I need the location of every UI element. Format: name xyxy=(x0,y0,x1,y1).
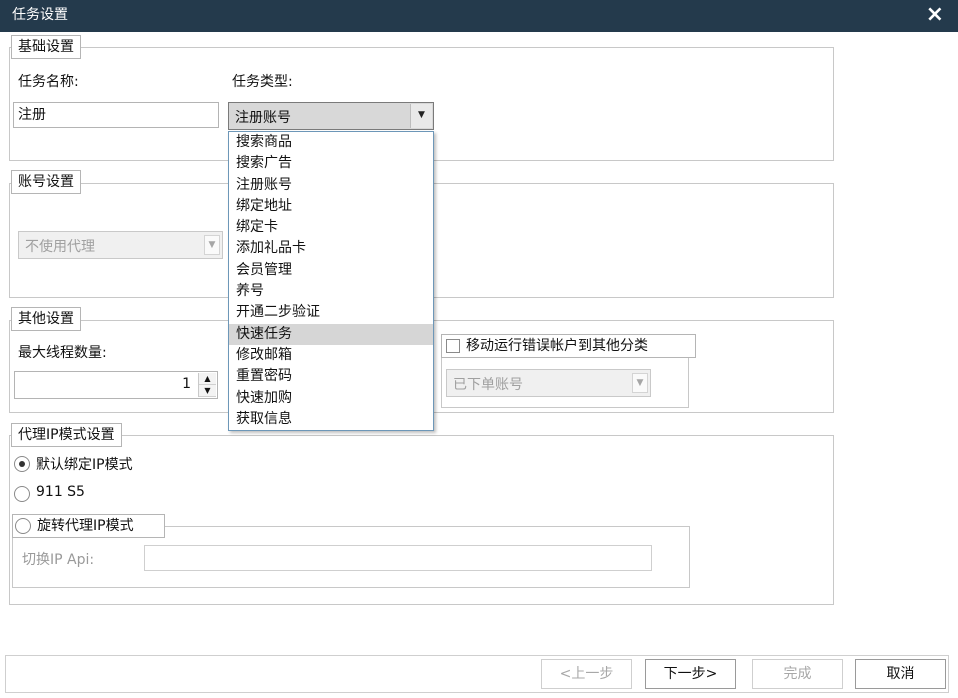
chevron-down-icon[interactable]: ▼ xyxy=(199,385,216,397)
title-bar: 任务设置 × xyxy=(0,0,958,32)
move-error-label: 移动运行错误帐户到其他分类 xyxy=(466,338,648,354)
max-threads-value: 1 xyxy=(182,376,191,392)
cancel-button[interactable]: 取消 xyxy=(855,659,946,689)
rotate-proxy-option[interactable]: 旋转代理IP模式 xyxy=(12,514,165,538)
task-type-label: 任务类型: xyxy=(232,74,293,90)
dropdown-option[interactable]: 获取信息 xyxy=(229,409,433,430)
chevron-down-icon[interactable]: ▼ xyxy=(410,104,432,128)
proxy-value: 不使用代理 xyxy=(25,239,95,255)
close-icon[interactable]: × xyxy=(926,2,944,27)
dropdown-option[interactable]: 绑定地址 xyxy=(229,196,433,217)
stepper-arrows[interactable]: ▲ ▼ xyxy=(198,373,216,397)
dropdown-option[interactable]: 修改邮箱 xyxy=(229,345,433,366)
dropdown-option[interactable]: 添加礼品卡 xyxy=(229,238,433,259)
radio-default-ip[interactable] xyxy=(14,456,30,472)
911-s5-label[interactable]: 911 S5 xyxy=(36,484,85,500)
chevron-up-icon[interactable]: ▲ xyxy=(199,373,216,385)
prev-button[interactable]: <上一步 xyxy=(541,659,632,689)
default-ip-label[interactable]: 默认绑定IP模式 xyxy=(36,454,133,474)
dropdown-option[interactable]: 会员管理 xyxy=(229,260,433,281)
dropdown-option[interactable]: 快速任务 xyxy=(229,323,433,345)
category-select[interactable]: 已下单账号 ▼ xyxy=(446,369,651,397)
window-title: 任务设置 xyxy=(12,7,68,23)
move-error-option[interactable]: 移动运行错误帐户到其他分类 xyxy=(441,334,696,358)
dropdown-option[interactable]: 养号 xyxy=(229,281,433,302)
basic-settings-legend: 基础设置 xyxy=(11,35,81,59)
dropdown-option[interactable]: 快速加购 xyxy=(229,388,433,409)
account-settings-legend: 账号设置 xyxy=(11,170,81,194)
chevron-down-icon[interactable]: ▼ xyxy=(204,235,220,255)
other-settings-legend: 其他设置 xyxy=(11,307,81,331)
category-value: 已下单账号 xyxy=(453,377,523,393)
dropdown-option[interactable]: 重置密码 xyxy=(229,366,433,387)
max-threads-label: 最大线程数量: xyxy=(18,345,107,361)
radio-rotate-proxy[interactable] xyxy=(15,518,31,534)
dropdown-option[interactable]: 搜索商品 xyxy=(229,132,433,153)
proxy-select[interactable]: 不使用代理 ▼ xyxy=(18,231,223,259)
move-error-checkbox[interactable] xyxy=(446,339,460,353)
radio-911-s5[interactable] xyxy=(14,486,30,502)
proxy-mode-legend: 代理IP模式设置 xyxy=(11,423,122,447)
task-type-dropdown: 搜索商品 搜索广告 注册账号 绑定地址 绑定卡 添加礼品卡 会员管理 养号 开通二步验证 快速任务… xyxy=(228,131,434,431)
task-name-input[interactable]: 注册 xyxy=(13,102,219,128)
next-button[interactable]: 下一步> xyxy=(645,659,736,689)
chevron-down-icon[interactable]: ▼ xyxy=(632,373,648,393)
task-name-label: 任务名称: xyxy=(18,74,79,90)
dropdown-option[interactable]: 注册账号 xyxy=(229,175,433,196)
task-type-value: 注册账号 xyxy=(235,110,291,126)
finish-button[interactable]: 完成 xyxy=(752,659,843,689)
switch-api-input[interactable] xyxy=(144,545,652,571)
max-threads-stepper[interactable]: 1 ▲ ▼ xyxy=(14,371,218,399)
task-type-select[interactable]: 注册账号 ▼ xyxy=(228,102,434,130)
rotate-proxy-label: 旋转代理IP模式 xyxy=(37,518,134,534)
switch-api-label: 切换IP Api: xyxy=(22,552,95,568)
dropdown-option[interactable]: 搜索广告 xyxy=(229,153,433,174)
dropdown-option[interactable]: 开通二步验证 xyxy=(229,302,433,323)
dropdown-option[interactable]: 绑定卡 xyxy=(229,217,433,238)
